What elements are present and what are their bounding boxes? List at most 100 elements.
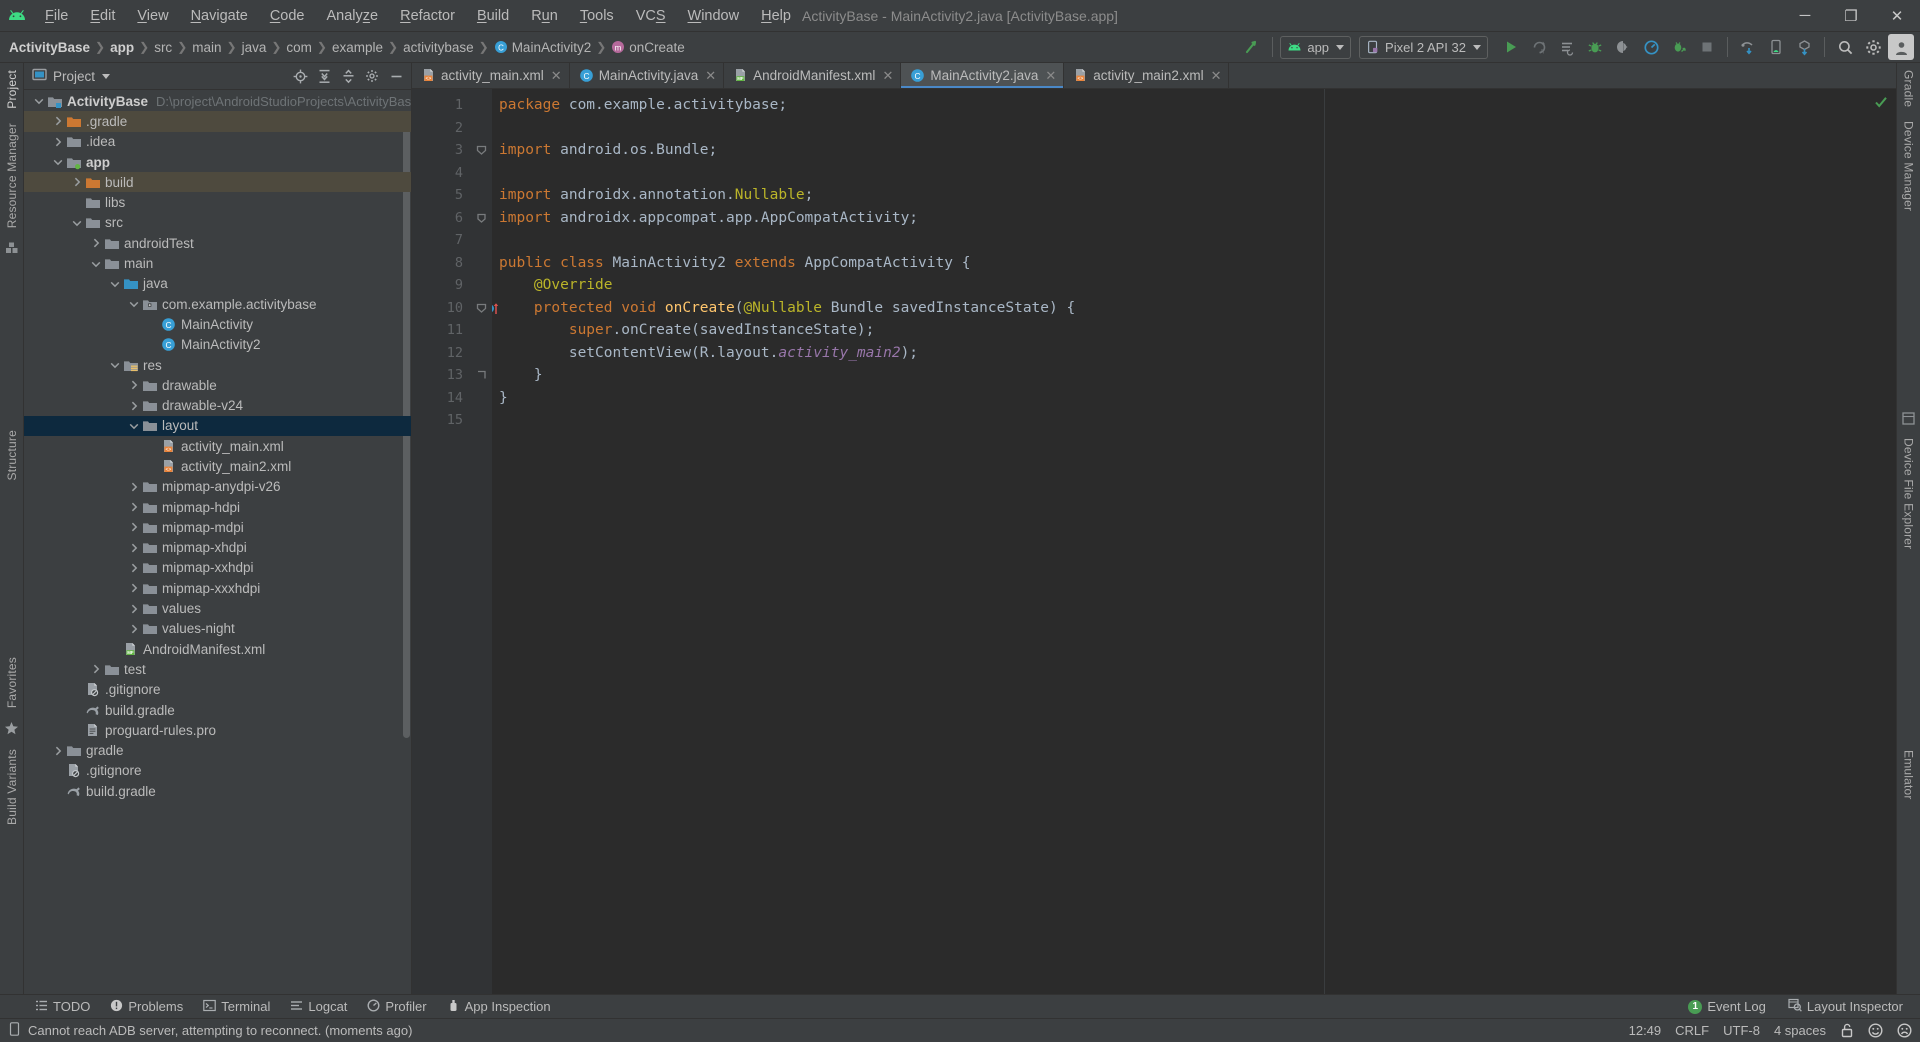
chevron-down-icon[interactable]: [51, 156, 64, 168]
status-message[interactable]: Cannot reach ADB server, attempting to r…: [28, 1023, 412, 1038]
line-number[interactable]: 5: [412, 184, 470, 207]
breadcrumb-app[interactable]: app: [110, 40, 134, 55]
tree-node[interactable]: values: [24, 598, 411, 618]
code-line[interactable]: @Override: [492, 274, 1868, 297]
chevron-right-icon[interactable]: [51, 115, 64, 127]
fold-marker-slot[interactable]: [470, 139, 492, 162]
chevron-right-icon[interactable]: [127, 603, 140, 615]
tree-node[interactable]: src: [24, 213, 411, 233]
close-icon[interactable]: ✕: [705, 68, 716, 84]
tree-node[interactable]: com.example.activitybase: [24, 294, 411, 314]
code-editor[interactable]: 1 2 3 4 5 6 7 8 9 10 11 12 13 14 15 package com.exampl…: [412, 89, 1896, 994]
chevron-right-icon[interactable]: [127, 379, 140, 391]
code-line[interactable]: }: [492, 364, 1868, 387]
tree-node[interactable]: mipmap-anydpi-v26: [24, 477, 411, 497]
sidebar-item-device-manager[interactable]: Device Manager: [1902, 114, 1916, 218]
sidebar-item-device-file-explorer[interactable]: Device File Explorer: [1902, 431, 1916, 556]
device-file-explorer-icon[interactable]: [1763, 34, 1789, 60]
chevron-down-icon[interactable]: [127, 420, 140, 432]
breadcrumb-activitybase[interactable]: ActivityBase: [9, 40, 90, 55]
tree-node[interactable]: C MainActivity: [24, 314, 411, 334]
chevron-right-icon[interactable]: [127, 562, 140, 574]
tree-node[interactable]: drawable-v24: [24, 395, 411, 415]
stop-icon[interactable]: [1694, 34, 1720, 60]
line-number[interactable]: 6: [412, 207, 470, 230]
chevron-down-icon[interactable]: [32, 95, 45, 107]
breadcrumb-main[interactable]: main: [192, 40, 221, 55]
tree-node[interactable]: build.gradle: [24, 781, 411, 801]
line-number[interactable]: 7: [412, 229, 470, 252]
breadcrumb-com[interactable]: com: [286, 40, 312, 55]
feedback-sad-icon[interactable]: [1897, 1023, 1912, 1038]
code-line[interactable]: [492, 117, 1868, 140]
attach-debugger-icon[interactable]: [1610, 34, 1636, 60]
line-number[interactable]: 10: [412, 297, 499, 320]
code-line[interactable]: [492, 229, 1868, 252]
breadcrumb-src[interactable]: src: [154, 40, 172, 55]
sidebar-item-build-variants[interactable]: Build Variants: [5, 742, 19, 832]
chevron-down-icon[interactable]: [102, 73, 111, 79]
editor-tab[interactable]: <> activity_main.xml ✕: [412, 63, 570, 88]
make-project-icon[interactable]: [1239, 34, 1265, 60]
minimize-button[interactable]: ─: [1782, 0, 1828, 32]
chevron-right-icon[interactable]: [127, 582, 140, 594]
code-content[interactable]: package com.example.activitybase; import…: [492, 89, 1868, 994]
code-line[interactable]: }: [492, 387, 1868, 410]
sidebar-item-resource-manager[interactable]: Resource Manager: [5, 116, 19, 235]
bottom-tool-profiler[interactable]: Profiler: [358, 996, 435, 1018]
tree-node[interactable]: mipmap-mdpi: [24, 517, 411, 537]
hide-panel-icon[interactable]: [385, 65, 407, 87]
line-number[interactable]: 9: [412, 274, 470, 297]
select-opened-file-icon[interactable]: [289, 65, 311, 87]
chevron-down-icon[interactable]: [127, 298, 140, 310]
chevron-right-icon[interactable]: [51, 745, 64, 757]
chevron-right-icon[interactable]: [127, 501, 140, 513]
menu-vcs[interactable]: VCS: [625, 0, 677, 32]
chevron-right-icon[interactable]: [127, 623, 140, 635]
inspection-gutter[interactable]: [1868, 89, 1896, 994]
layout-editor-icon[interactable]: [1902, 411, 1915, 425]
sidebar-item-favorites[interactable]: Favorites: [5, 650, 19, 715]
chevron-down-icon[interactable]: [70, 217, 83, 229]
code-line[interactable]: import android.os.Bundle;: [492, 139, 1868, 162]
line-separator[interactable]: CRLF: [1675, 1023, 1709, 1038]
maximize-button[interactable]: ❐: [1828, 0, 1874, 32]
tree-node[interactable]: <> activity_main.xml: [24, 436, 411, 456]
tree-node[interactable]: drawable: [24, 375, 411, 395]
tree-node[interactable]: C MainActivity2: [24, 335, 411, 355]
code-line[interactable]: import androidx.annotation.Nullable;: [492, 184, 1868, 207]
line-number[interactable]: 1: [412, 94, 470, 117]
tree-node[interactable]: .gradle: [24, 111, 411, 132]
run-with-coverage-icon[interactable]: [1666, 34, 1692, 60]
apply-changes-icon[interactable]: A: [1526, 34, 1552, 60]
tree-node[interactable]: mipmap-hdpi: [24, 497, 411, 517]
tree-node[interactable]: java: [24, 274, 411, 294]
profiler-icon[interactable]: [1638, 34, 1664, 60]
close-icon[interactable]: ✕: [1211, 68, 1222, 84]
device-selector[interactable]: Pixel 2 API 32: [1359, 35, 1488, 59]
bottom-tool-todo[interactable]: TODO: [26, 996, 99, 1018]
chevron-right-icon[interactable]: [89, 237, 102, 249]
bottom-tool-terminal[interactable]: Terminal: [194, 996, 279, 1018]
editor-tab[interactable]: C MainActivity2.java ✕: [901, 63, 1065, 88]
search-icon[interactable]: [1832, 34, 1858, 60]
collapse-all-icon[interactable]: [337, 65, 359, 87]
tree-node[interactable]: build: [24, 172, 411, 193]
file-encoding[interactable]: UTF-8: [1723, 1023, 1760, 1038]
fold-marker-slot[interactable]: [470, 207, 492, 230]
expand-all-icon[interactable]: [313, 65, 335, 87]
line-number[interactable]: 12: [412, 342, 470, 365]
line-number[interactable]: 13: [412, 364, 470, 387]
fold-marker-slot[interactable]: [470, 364, 492, 387]
tree-node[interactable]: mipmap-xxhdpi: [24, 558, 411, 578]
inspection-ok-icon[interactable]: [1874, 95, 1888, 112]
breadcrumb-activitybase-pkg[interactable]: activitybase: [403, 40, 474, 55]
unlocked-icon[interactable]: [1840, 1023, 1854, 1038]
tree-node[interactable]: .gitignore: [24, 680, 411, 700]
tree-node[interactable]: gradle: [24, 741, 411, 761]
tree-node[interactable]: .gitignore: [24, 761, 411, 781]
tree-node[interactable]: ActivityBase D:\project\AndroidStudioProj…: [24, 91, 411, 111]
tree-node[interactable]: main: [24, 253, 411, 273]
settings-icon[interactable]: [361, 65, 383, 87]
chevron-right-icon[interactable]: [70, 176, 83, 188]
